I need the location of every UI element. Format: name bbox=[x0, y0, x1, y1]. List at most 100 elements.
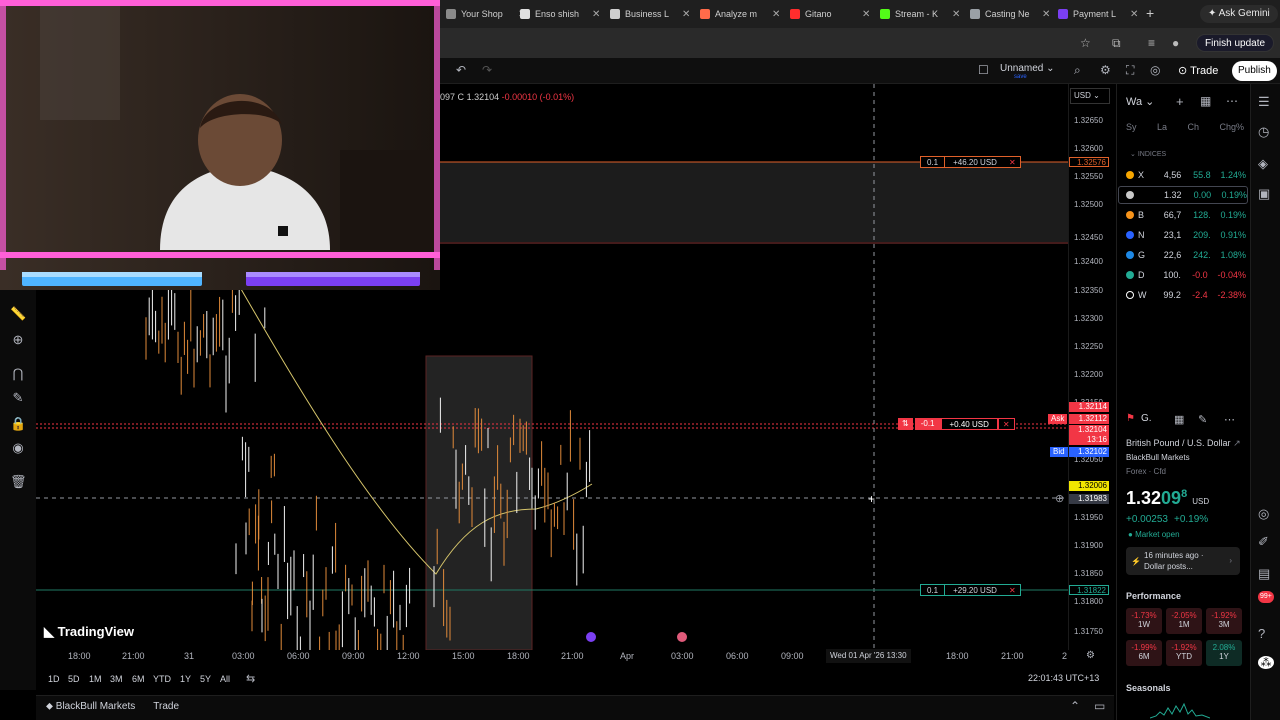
tab-close-icon[interactable]: ✕ bbox=[772, 9, 780, 20]
browser-tab[interactable]: Your Shop✕ bbox=[446, 4, 528, 24]
extensions-icon[interactable]: ⧉ bbox=[1112, 36, 1121, 51]
ask-gemini-button[interactable]: ✦ Ask Gemini bbox=[1200, 5, 1278, 23]
fullscreen-icon[interactable]: ⛶ bbox=[1126, 63, 1134, 78]
media-icon[interactable]: ≡ bbox=[1148, 36, 1155, 50]
range-button[interactable]: 5Y bbox=[200, 674, 211, 684]
magnet-icon[interactable]: ⋂ bbox=[10, 366, 26, 382]
advanced-view-icon[interactable]: ▦ bbox=[1200, 94, 1211, 108]
pencil-icon[interactable]: ✐ bbox=[1258, 534, 1269, 550]
watchlist-title[interactable]: Wa ⌄ bbox=[1126, 95, 1154, 108]
broker-name[interactable]: ⬥ BlackBull Markets bbox=[46, 701, 135, 712]
alerts-clock-icon[interactable]: ◷ bbox=[1258, 124, 1269, 140]
range-button[interactable]: 6M bbox=[132, 674, 145, 684]
layout-name-dropdown[interactable]: Unnamed ⌄ save bbox=[1000, 63, 1055, 80]
range-button[interactable]: 1M bbox=[89, 674, 102, 684]
watchlist-row[interactable]: G 22,6 242. 1.08% bbox=[1126, 246, 1246, 264]
price-scale[interactable] bbox=[1068, 84, 1114, 650]
utc-clock[interactable]: 22:01:43 UTC+13 bbox=[1028, 673, 1099, 683]
browser-tab[interactable]: Enso shish ✕ bbox=[520, 4, 602, 24]
range-button[interactable]: 1Y bbox=[180, 674, 191, 684]
eye-icon[interactable]: ◉ bbox=[10, 440, 26, 456]
indices-section[interactable]: ⌄ INDICES bbox=[1130, 150, 1166, 158]
collapse-panel-icon[interactable]: ⌃ bbox=[1070, 699, 1080, 713]
position-tag[interactable]: ⇅ -0.1 +0.40 USD ✕ bbox=[898, 418, 1015, 430]
apps-icon[interactable]: ⁂ bbox=[1258, 656, 1274, 669]
axis-settings-icon[interactable]: ⚙ bbox=[1086, 650, 1095, 661]
search-icon[interactable]: ⌕ bbox=[1074, 63, 1081, 78]
performance-cell[interactable]: -1.99% 6M bbox=[1126, 640, 1162, 666]
bookmark-star-icon[interactable]: ☆ bbox=[1080, 36, 1091, 50]
calendar-icon[interactable]: ▤ bbox=[1258, 566, 1270, 582]
performance-cell[interactable]: 2.08% 1Y bbox=[1206, 640, 1242, 666]
watchlist-row[interactable]: N 23,1 209. 0.91% bbox=[1126, 226, 1246, 244]
currency-selector[interactable]: USD ⌄ bbox=[1070, 88, 1110, 104]
pencil-lock-icon[interactable]: ✎ bbox=[10, 390, 26, 406]
maximize-panel-icon[interactable]: ▭ bbox=[1094, 699, 1105, 713]
sl-close-icon[interactable]: ✕ bbox=[1005, 585, 1020, 595]
edit-note-icon[interactable]: ✎ bbox=[1198, 413, 1207, 426]
ruler-icon[interactable]: 📏 bbox=[10, 306, 26, 322]
broker-panel[interactable]: ⬥ BlackBull Markets Trade bbox=[46, 701, 179, 712]
notifications-badge[interactable]: 99+ bbox=[1258, 591, 1274, 603]
settings-gear-icon[interactable]: ⚙ bbox=[1100, 63, 1111, 77]
range-button[interactable]: YTD bbox=[153, 674, 171, 684]
browser-tab[interactable]: Casting Ne ✕ bbox=[970, 4, 1052, 24]
tab-close-icon[interactable]: ✕ bbox=[862, 9, 870, 20]
tab-close-icon[interactable]: ✕ bbox=[952, 9, 960, 20]
profile-avatar-icon[interactable]: ● bbox=[1172, 36, 1179, 50]
watchlist-row[interactable]: W 99.2 -2.4 -2.38% bbox=[1126, 286, 1246, 304]
redo-icon[interactable]: ↷ bbox=[482, 63, 492, 77]
help-icon[interactable]: ? bbox=[1258, 626, 1265, 641]
event-marker-icon[interactable] bbox=[586, 632, 596, 642]
range-button[interactable]: All bbox=[220, 674, 230, 684]
tp-close-icon[interactable]: ✕ bbox=[1005, 157, 1020, 167]
watchlist-icon[interactable]: ☰ bbox=[1258, 94, 1270, 110]
chat-icon[interactable]: ▣ bbox=[1258, 186, 1270, 202]
tab-close-icon[interactable]: ✕ bbox=[682, 9, 690, 20]
add-symbol-icon[interactable]: + bbox=[1176, 94, 1184, 109]
publish-button[interactable]: Publish bbox=[1232, 61, 1277, 81]
news-item[interactable]: ⚡ 16 minutes ago · Dollar posts... › bbox=[1126, 547, 1240, 575]
tab-close-icon[interactable]: ✕ bbox=[592, 9, 600, 20]
performance-cell[interactable]: -1.73% 1W bbox=[1126, 608, 1162, 634]
watchlist-row[interactable]: 1.32 0.00 0.19% bbox=[1118, 186, 1248, 204]
watchlist-row[interactable]: D 100. -0.0 -0.04% bbox=[1126, 266, 1246, 284]
dividend-marker-icon[interactable] bbox=[677, 632, 687, 642]
range-button[interactable]: 3M bbox=[110, 674, 123, 684]
performance-cell[interactable]: -1.92% 3M bbox=[1206, 608, 1242, 634]
performance-cell[interactable]: -2.05% 1M bbox=[1166, 608, 1202, 634]
browser-tab[interactable]: Analyze m ✕ bbox=[700, 4, 782, 24]
watchlist-column-header[interactable]: Ch bbox=[1187, 122, 1199, 132]
external-link-icon[interactable]: ↗ bbox=[1233, 438, 1241, 448]
browser-tab[interactable]: Payment L ✕ bbox=[1058, 4, 1140, 24]
watchlist-row[interactable]: X 4,56 55.8 1.24% bbox=[1126, 166, 1246, 184]
stop-loss-tag[interactable]: 0.1 +29.20 USD ✕ bbox=[920, 584, 1021, 596]
grid-view-icon[interactable]: ▦ bbox=[1174, 413, 1184, 426]
watchlist-more-icon[interactable]: ⋯ bbox=[1226, 94, 1238, 108]
trash-icon[interactable]: 🗑 bbox=[10, 474, 27, 490]
zoom-in-icon[interactable]: ⊕ bbox=[10, 332, 26, 348]
date-range-icon[interactable]: ⇆ bbox=[246, 672, 255, 685]
lock-icon[interactable]: 🔒 bbox=[10, 416, 26, 432]
watchlist-column-header[interactable]: Chg% bbox=[1219, 122, 1244, 132]
layout-icon[interactable]: ☐ bbox=[978, 63, 989, 77]
pos-close-icon[interactable]: ✕ bbox=[997, 418, 1015, 430]
target-icon[interactable]: ◎ bbox=[1258, 506, 1269, 522]
range-button[interactable]: 1D bbox=[48, 674, 60, 684]
browser-tab[interactable]: Business L ✕ bbox=[610, 4, 692, 24]
layers-icon[interactable]: ◈ bbox=[1258, 156, 1268, 172]
watchlist-column-header[interactable]: La bbox=[1157, 122, 1167, 132]
trade-button[interactable]: ⊙ Trade bbox=[1170, 61, 1226, 81]
camera-icon[interactable]: ◎ bbox=[1150, 63, 1160, 77]
undo-icon[interactable]: ↶ bbox=[456, 63, 466, 77]
tab-close-icon[interactable]: ✕ bbox=[1130, 9, 1138, 20]
add-alert-icon[interactable]: ⊕ bbox=[1055, 492, 1064, 505]
finish-update-button[interactable]: Finish update bbox=[1196, 34, 1275, 52]
bottom-trade-tab[interactable]: Trade bbox=[153, 701, 179, 712]
symbol-short[interactable]: G. bbox=[1141, 413, 1152, 424]
take-profit-tag[interactable]: 0.1 +46.20 USD ✕ bbox=[920, 156, 1021, 168]
range-button[interactable]: 5D bbox=[68, 674, 80, 684]
new-tab-button[interactable]: + bbox=[1146, 5, 1154, 21]
tab-close-icon[interactable]: ✕ bbox=[1042, 9, 1050, 20]
details-more-icon[interactable]: ⋯ bbox=[1224, 413, 1235, 426]
